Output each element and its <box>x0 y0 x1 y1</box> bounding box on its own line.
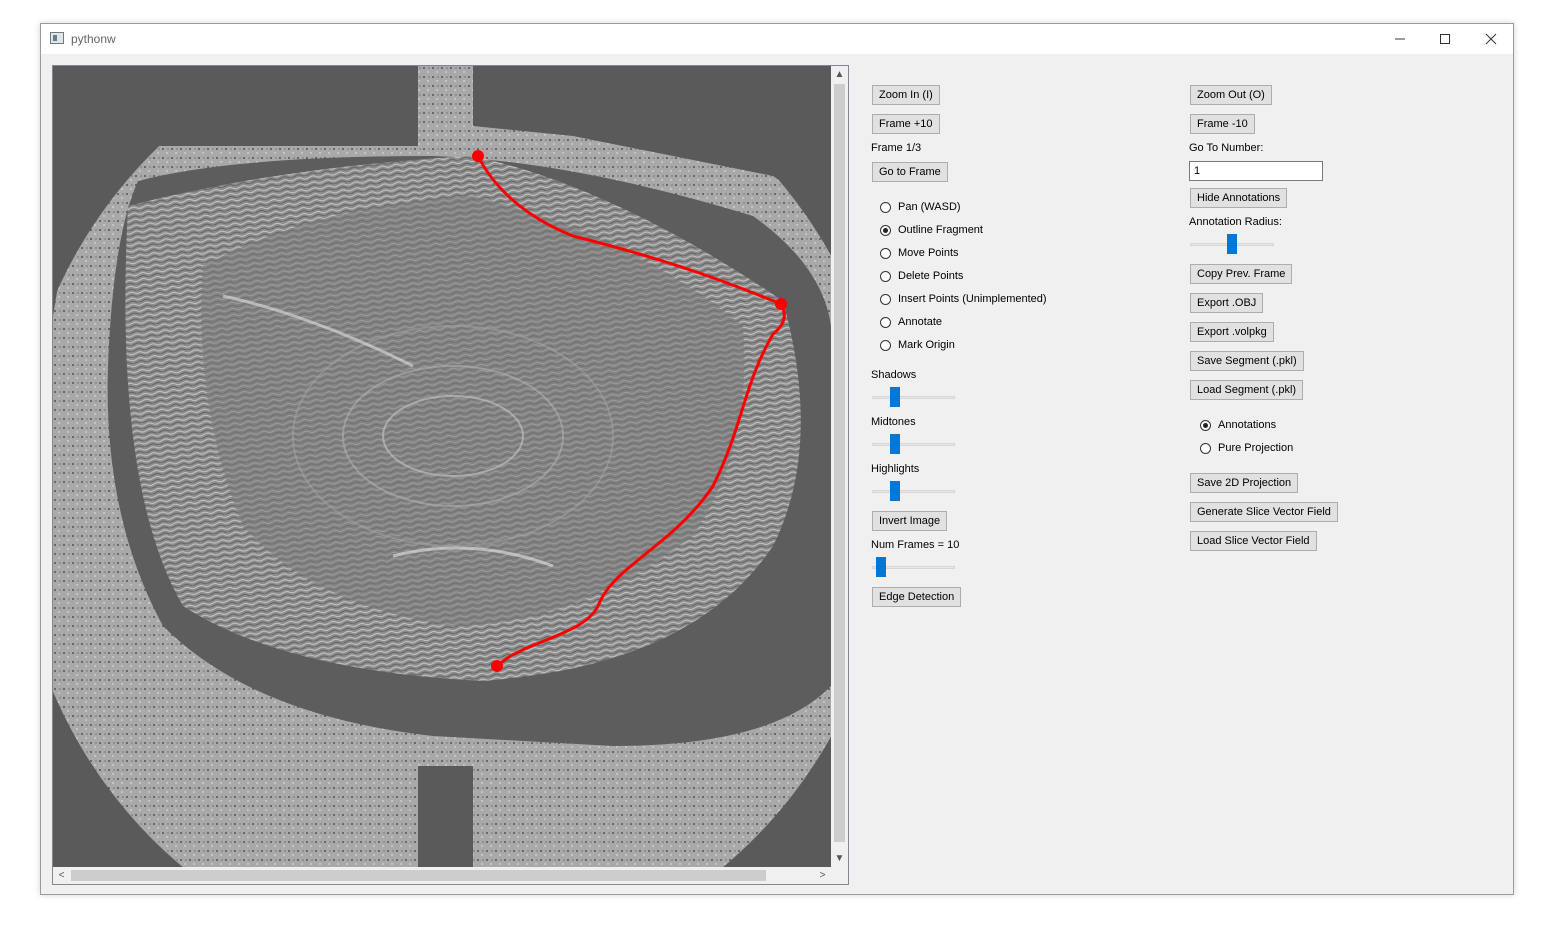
mode-label: Outline Fragment <box>898 224 983 236</box>
mode-label: Delete Points <box>898 270 964 282</box>
app-icon <box>50 32 64 44</box>
mode-label: Pan (WASD) <box>898 201 961 213</box>
mode-radio-insert-points[interactable]: Insert Points (Unimplemented) <box>880 293 1047 305</box>
maximize-icon <box>1440 34 1450 44</box>
outline-point[interactable] <box>775 298 787 310</box>
maximize-button[interactable] <box>1422 24 1468 54</box>
close-icon <box>1485 33 1497 45</box>
slider-handle[interactable] <box>890 387 900 407</box>
view-radio-annotations[interactable]: Annotations <box>1200 419 1276 431</box>
outline-point[interactable] <box>472 150 484 162</box>
title-bar: pythonw <box>41 24 1513 54</box>
radio-indicator <box>880 247 891 259</box>
num-frames-label: Num Frames = 10 <box>871 539 960 551</box>
view-mode-label: Annotations <box>1218 419 1277 431</box>
go-to-number-input[interactable] <box>1189 161 1323 181</box>
slice-image <box>53 66 831 867</box>
outline-point[interactable] <box>491 660 503 672</box>
vertical-scrollbar[interactable]: ▲ ▼ <box>831 66 848 867</box>
slider-handle[interactable] <box>1227 234 1237 254</box>
frame-label: Frame 1/3 <box>871 142 922 154</box>
export-obj-button[interactable]: Export .OBJ <box>1190 293 1264 313</box>
radio-indicator <box>880 270 891 282</box>
load-segment-button[interactable]: Load Segment (.pkl) <box>1190 380 1304 400</box>
horizontal-scroll-thumb[interactable] <box>71 870 766 881</box>
mode-label: Move Points <box>898 247 959 259</box>
radio-indicator <box>880 339 891 351</box>
mode-label: Mark Origin <box>898 339 955 351</box>
radio-indicator <box>880 224 891 236</box>
scroll-up-icon[interactable]: ▲ <box>831 66 848 83</box>
shadows-slider[interactable] <box>872 387 955 407</box>
view-mode-label: Pure Projection <box>1218 442 1294 454</box>
frame-plus-button[interactable]: Frame +10 <box>872 114 940 134</box>
highlights-slider[interactable] <box>872 481 955 501</box>
mode-radio-delete-points[interactable]: Delete Points <box>880 270 963 282</box>
midtones-label: Midtones <box>871 416 916 428</box>
invert-image-button[interactable]: Invert Image <box>872 511 948 531</box>
radio-indicator <box>1200 419 1211 431</box>
slider-groove <box>872 396 955 399</box>
radio-indicator <box>1200 442 1211 454</box>
midtones-slider[interactable] <box>872 434 955 454</box>
scroll-left-icon[interactable]: < <box>53 867 70 884</box>
slider-handle[interactable] <box>890 434 900 454</box>
go-to-number-label: Go To Number: <box>1189 142 1264 154</box>
vertical-scroll-thumb[interactable] <box>834 84 845 842</box>
window-title: pythonw <box>71 32 116 46</box>
annotation-radius-slider[interactable] <box>1190 234 1274 254</box>
frame-minus-button[interactable]: Frame -10 <box>1190 114 1255 134</box>
scroll-corner <box>831 867 848 884</box>
slider-handle[interactable] <box>890 481 900 501</box>
slice-canvas[interactable] <box>53 66 831 867</box>
num-frames-slider[interactable] <box>872 557 955 577</box>
mode-radio-outline-fragment[interactable]: Outline Fragment <box>880 224 983 236</box>
mode-radio-mark-origin[interactable]: Mark Origin <box>880 339 955 351</box>
zoom-in-button[interactable]: Zoom In (I) <box>872 85 940 105</box>
copy-prev-frame-button[interactable]: Copy Prev. Frame <box>1190 264 1293 284</box>
mode-radio-annotate[interactable]: Annotate <box>880 316 942 328</box>
go-to-frame-button[interactable]: Go to Frame <box>872 162 948 182</box>
close-button[interactable] <box>1468 24 1514 54</box>
zoom-out-button[interactable]: Zoom Out (O) <box>1190 85 1272 105</box>
mode-radio-move-points[interactable]: Move Points <box>880 247 959 259</box>
app-window: pythonw ▲ ▼ < > Zoom In (I) Frame +10 Fr… <box>40 23 1514 895</box>
annotation-radius-label: Annotation Radius: <box>1189 216 1282 228</box>
minimize-icon <box>1395 38 1405 40</box>
minimize-button[interactable] <box>1377 24 1423 54</box>
mode-label: Insert Points (Unimplemented) <box>898 293 1047 305</box>
slider-groove <box>872 490 955 493</box>
view-radio-pure-projection[interactable]: Pure Projection <box>1200 442 1293 454</box>
mode-label: Annotate <box>898 316 943 328</box>
load-slice-vector-field-button[interactable]: Load Slice Vector Field <box>1190 531 1317 551</box>
horizontal-scrollbar[interactable]: < > <box>53 867 831 884</box>
save-2d-projection-button[interactable]: Save 2D Projection <box>1190 473 1299 493</box>
scroll-right-icon[interactable]: > <box>814 867 831 884</box>
radio-indicator <box>880 201 891 213</box>
generate-slice-vector-field-button[interactable]: Generate Slice Vector Field <box>1190 502 1338 522</box>
save-segment-button[interactable]: Save Segment (.pkl) <box>1190 351 1304 371</box>
scroll-down-icon[interactable]: ▼ <box>831 850 848 867</box>
slider-groove <box>872 443 955 446</box>
mode-radio-pan[interactable]: Pan (WASD) <box>880 201 961 213</box>
export-volpkg-button[interactable]: Export .volpkg <box>1190 322 1274 342</box>
radio-indicator <box>880 293 891 305</box>
hide-annotations-button[interactable]: Hide Annotations <box>1190 188 1288 208</box>
radio-indicator <box>880 316 891 328</box>
slider-handle[interactable] <box>876 557 886 577</box>
shadows-label: Shadows <box>871 369 917 381</box>
image-viewer: ▲ ▼ < > <box>52 65 849 885</box>
edge-detection-button[interactable]: Edge Detection <box>872 587 962 607</box>
highlights-label: Highlights <box>871 463 920 475</box>
